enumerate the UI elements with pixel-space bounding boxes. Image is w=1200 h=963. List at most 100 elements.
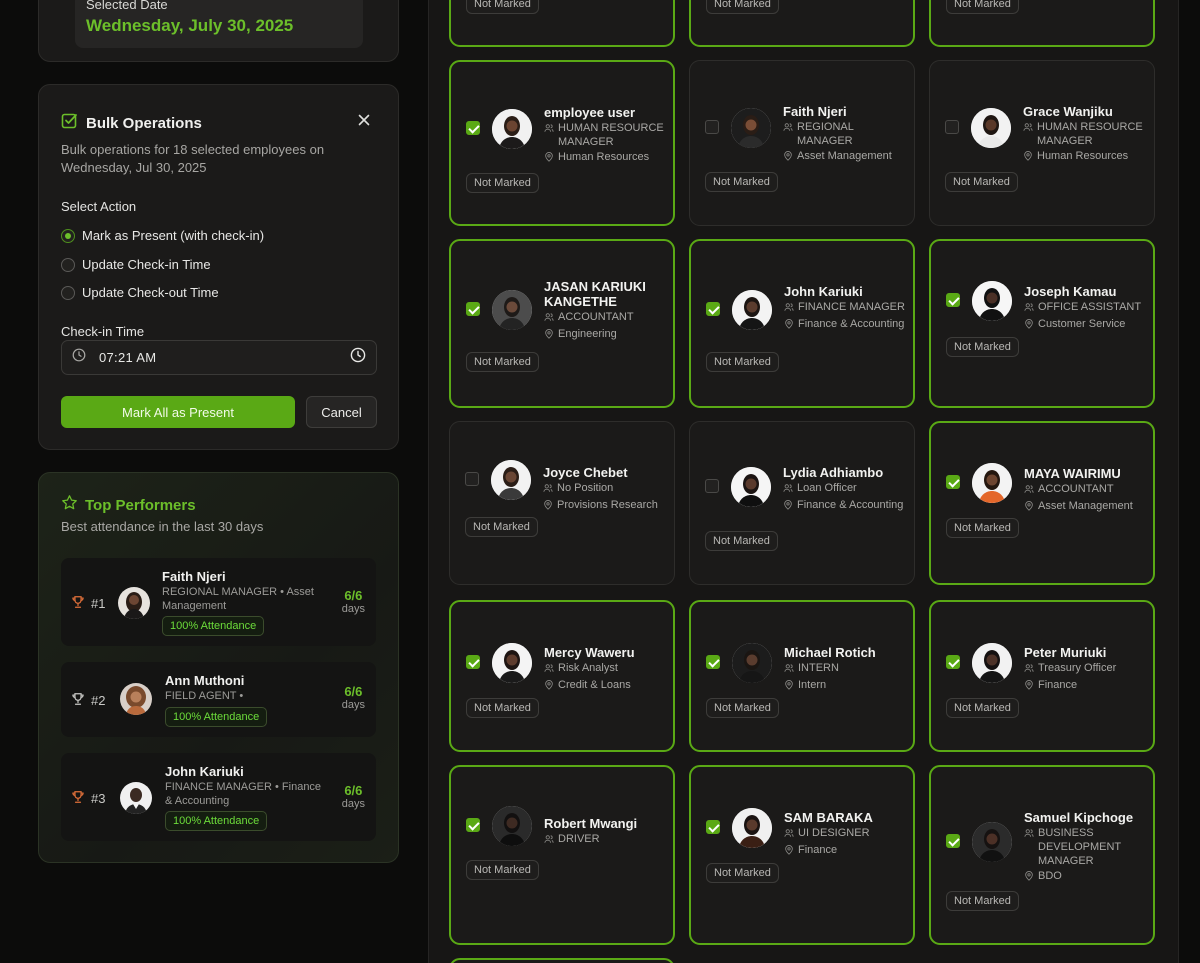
- users-icon: [544, 834, 554, 848]
- employee-select-checkbox[interactable]: [946, 475, 960, 489]
- employee-card[interactable]: Grace Wanjiku HUMAN RESOURCE MANAGER Human…: [929, 60, 1155, 226]
- bulk-operations-description: Bulk operations for 18 selected employee…: [61, 142, 325, 175]
- employee-info: Joseph Kamau OFFICE ASSISTANT Customer Ser…: [1024, 284, 1152, 333]
- employee-select-checkbox[interactable]: [465, 472, 479, 486]
- action-option-mark-present[interactable]: Mark as Present (with check-in): [61, 228, 264, 243]
- employee-position-line: REGIONAL MANAGER: [783, 120, 911, 148]
- employee-position-line: Risk Analyst: [544, 661, 672, 677]
- employee-department: Customer Service: [1038, 318, 1126, 330]
- employee-card[interactable]: Michael Rotich INTERN Intern Not Marked: [689, 600, 915, 752]
- employee-select-checkbox[interactable]: [946, 834, 960, 848]
- employee-department: Human Resources: [1037, 150, 1129, 162]
- performer-name: Ann Muthoni: [165, 673, 245, 688]
- employee-card[interactable]: MAYA WAIRIMU ACCOUNTANT Asset Management No…: [929, 421, 1155, 585]
- employee-department: Finance: [1038, 679, 1078, 691]
- location-pin-icon: [784, 680, 794, 694]
- radio-button[interactable]: [61, 228, 75, 243]
- employee-name: Samuel Kipchoge: [1024, 810, 1134, 825]
- employee-select-checkbox[interactable]: [706, 820, 720, 834]
- employee-card[interactable]: Joseph Kamau OFFICE ASSISTANT Customer Ser…: [929, 239, 1155, 408]
- performer-rank: #3: [71, 790, 105, 807]
- employee-card[interactable]: Robert Mwangi DRIVER Not Marked: [449, 765, 675, 945]
- performer-score-unit: days: [341, 699, 365, 711]
- employee-card[interactable]: Samuel Kipchoge BUSINESS DEVELOPMENT MANA…: [929, 765, 1155, 945]
- selected-date-value: Wednesday, July 30, 2025: [86, 16, 294, 35]
- employee-name: Lydia Adhiambo: [783, 465, 884, 480]
- attendance-status-badge: Not Marked: [706, 0, 779, 14]
- employee-select-checkbox[interactable]: [706, 302, 720, 316]
- checkin-time-input[interactable]: 07:21 AM: [61, 340, 377, 375]
- employee-select-checkbox[interactable]: [705, 120, 719, 134]
- action-option-label: Update Check-in Time: [82, 257, 211, 272]
- employee-card[interactable]: Peter Muriuki Treasury Officer Finance Not …: [929, 600, 1155, 752]
- employee-card[interactable]: Faith Njeri REGIONAL MANAGER Asset Managem…: [689, 60, 915, 226]
- employee-select-checkbox[interactable]: [466, 121, 480, 135]
- performer-rank: #1: [71, 595, 105, 612]
- top-performers-header: Top Performers: [61, 494, 196, 516]
- employee-card[interactable]: Lydia Adhiambo Loan Officer Finance & Acco…: [689, 421, 915, 585]
- cancel-button[interactable]: Cancel: [306, 396, 377, 428]
- radio-button[interactable]: [61, 257, 75, 272]
- employee-info: Robert Mwangi DRIVER: [544, 816, 672, 848]
- attendance-badge: 100% Attendance: [162, 616, 265, 636]
- performer-rank-label: #3: [91, 791, 106, 806]
- attendance-status-badge: Not Marked: [465, 517, 538, 537]
- employee-card[interactable]: Joyce Chebet No Position Provisions Resear…: [449, 421, 675, 585]
- employee-select-checkbox[interactable]: [706, 655, 720, 669]
- attendance-status-badge: Not Marked: [466, 173, 539, 193]
- employee-name: Michael Rotich: [784, 645, 876, 660]
- employee-card[interactable]: Not Marked: [689, 0, 915, 47]
- employee-position: Risk Analyst: [558, 662, 618, 674]
- location-pin-icon: [544, 680, 554, 694]
- employee-card[interactable]: SAM BARAKA UI DESIGNER Finance Not Marked: [689, 765, 915, 945]
- check-square-icon: [61, 112, 78, 134]
- action-option-update-checkin[interactable]: Update Check-in Time: [61, 257, 211, 272]
- performer-row[interactable]: #2 Ann Muthoni FIELD AGENT • 100% Attend…: [61, 662, 376, 737]
- radio-button[interactable]: [61, 285, 75, 300]
- avatar: [492, 806, 532, 846]
- performer-score-value: 6/6: [344, 783, 363, 798]
- employee-card[interactable]: Not Marked: [929, 0, 1155, 47]
- employee-info: JASAN KARIUKI KANGETHE ACCOUNTANT Engineer…: [544, 279, 672, 343]
- avatar: [492, 109, 532, 149]
- employee-card[interactable]: Mercy Waweru Risk Analyst Credit & Loans No…: [449, 600, 675, 752]
- star-icon: [61, 494, 78, 516]
- attendance-status-badge: Not Marked: [945, 172, 1018, 192]
- top-performers-card: Top Performers Best attendance in the la…: [38, 472, 399, 863]
- employee-select-checkbox[interactable]: [705, 479, 719, 493]
- employee-department: Provisions Research: [557, 499, 658, 511]
- employee-position: REGIONAL MANAGER: [797, 121, 854, 147]
- employee-position: INTERN: [798, 662, 839, 674]
- employee-position-line: BUSINESS DEVELOPMENT MANAGER: [1024, 826, 1152, 868]
- employee-select-checkbox[interactable]: [466, 818, 480, 832]
- trophy-icon: [71, 595, 85, 612]
- users-icon: [1024, 828, 1034, 868]
- mark-all-present-button[interactable]: Mark All as Present: [61, 396, 295, 428]
- employee-position-line: UI DESIGNER: [784, 826, 912, 842]
- attendance-status-badge: Not Marked: [466, 352, 539, 372]
- employee-position-line: FINANCE MANAGER: [784, 300, 912, 316]
- employee-card[interactable]: John Kariuki FINANCE MANAGER Finance & Acc…: [689, 239, 915, 408]
- select-action-label: Select Action: [61, 199, 137, 214]
- employee-select-checkbox[interactable]: [946, 655, 960, 669]
- employee-position: FINANCE MANAGER: [798, 301, 905, 313]
- employee-department: Finance & Accounting: [798, 318, 905, 330]
- clock-icon[interactable]: [350, 347, 366, 368]
- close-icon[interactable]: [358, 111, 370, 131]
- checkin-time-value: 07:21 AM: [99, 350, 157, 365]
- employee-department-line: Asset Management: [1024, 499, 1152, 515]
- action-option-update-checkout[interactable]: Update Check-out Time: [61, 285, 219, 300]
- performer-row[interactable]: #3 John Kariuki FINANCE MANAGER • Financ…: [61, 753, 376, 841]
- employee-card[interactable]: Not Marked: [449, 0, 675, 47]
- employee-select-checkbox[interactable]: [466, 302, 480, 316]
- employee-card[interactable]: [449, 958, 675, 963]
- employee-card[interactable]: employee user HUMAN RESOURCE MANAGER Human…: [449, 60, 675, 226]
- employee-select-checkbox[interactable]: [946, 293, 960, 307]
- employee-position: UI DESIGNER: [798, 827, 870, 839]
- employee-card[interactable]: JASAN KARIUKI KANGETHE ACCOUNTANT Engineer…: [449, 239, 675, 408]
- performer-row[interactable]: #1 Faith Njeri REGIONAL MANAGER • Asset …: [61, 558, 376, 646]
- employee-select-checkbox[interactable]: [466, 655, 480, 669]
- employee-select-checkbox[interactable]: [945, 120, 959, 134]
- employee-department-line: BDO: [1024, 869, 1152, 885]
- selected-date-card: Selected Date Wednesday, July 30, 2025: [38, 0, 399, 62]
